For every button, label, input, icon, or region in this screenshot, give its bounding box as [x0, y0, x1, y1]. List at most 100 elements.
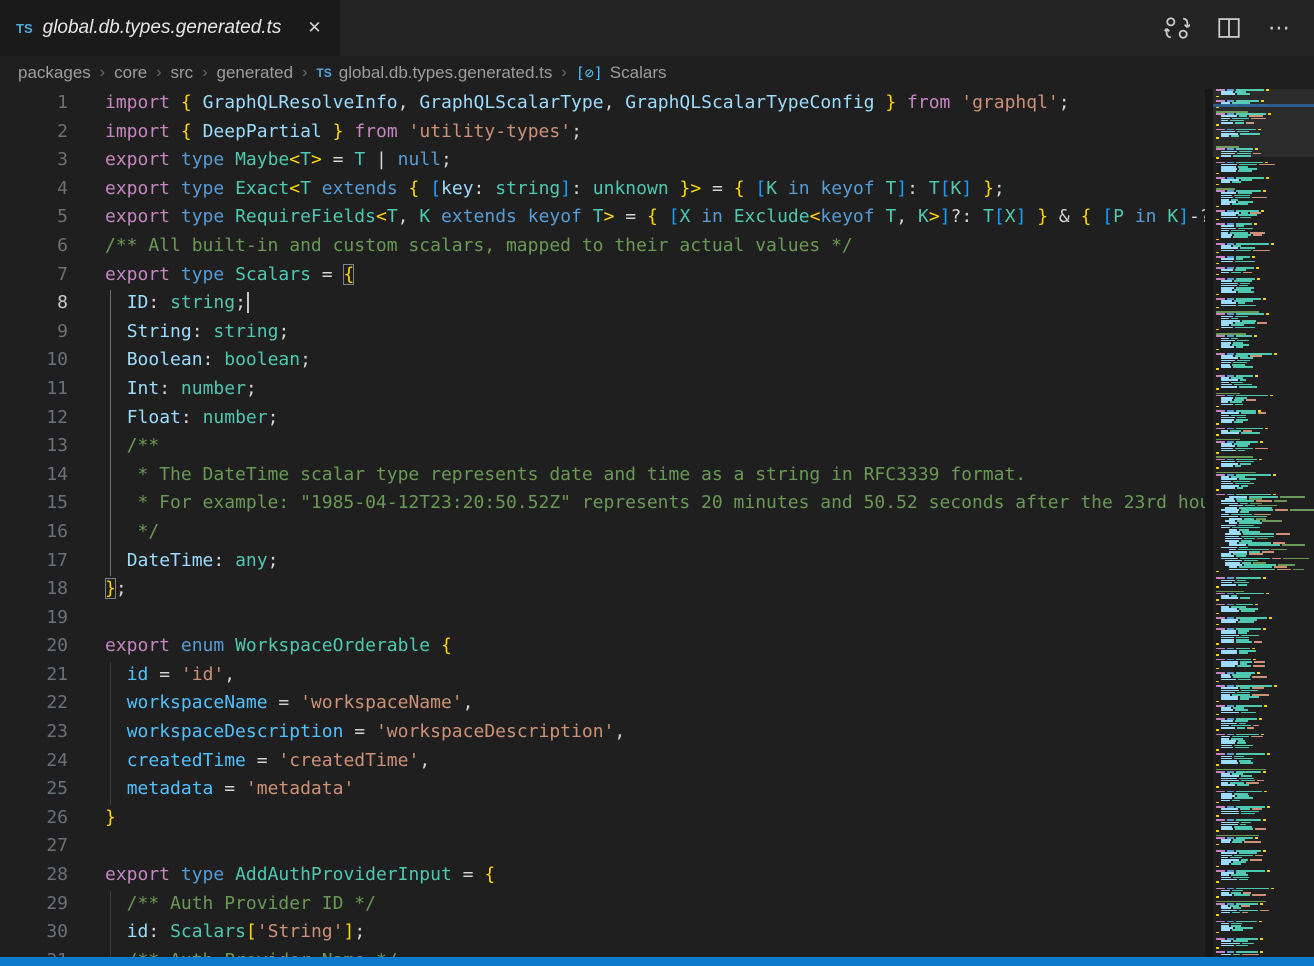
code-line[interactable]: 14 * The DateTime scalar type represents…	[0, 461, 1205, 490]
code-text	[68, 832, 105, 861]
code-line[interactable]: 7export type Scalars = {	[0, 261, 1205, 290]
code-line[interactable]: 28export type AddAuthProviderInput = {	[0, 861, 1205, 890]
code-line[interactable]: 9 String: string;	[0, 318, 1205, 347]
line-number: 11	[0, 375, 68, 404]
line-number: 15	[0, 489, 68, 518]
code-line[interactable]: 18};	[0, 575, 1205, 604]
code-text: Boolean: boolean;	[68, 346, 311, 375]
minimap-line	[1216, 219, 1312, 221]
breadcrumb-label: core	[114, 63, 147, 83]
breadcrumb-item-packages[interactable]: packages	[18, 63, 91, 83]
minimap-line	[1216, 624, 1312, 626]
code-text: export type Scalars = {	[68, 261, 354, 290]
line-number: 14	[0, 461, 68, 490]
code-line[interactable]: 30 id: Scalars['String'];	[0, 918, 1205, 947]
code-line[interactable]: 10 Boolean: boolean;	[0, 346, 1205, 375]
code-line[interactable]: 24 createdTime = 'createdTime',	[0, 747, 1205, 776]
breadcrumb-item-scalars[interactable]: [⊘]Scalars	[576, 63, 667, 83]
code-line[interactable]: 26}	[0, 804, 1205, 833]
minimap-line	[1216, 613, 1312, 615]
line-number: 17	[0, 547, 68, 576]
code-line[interactable]: 23 workspaceDescription = 'workspaceDesc…	[0, 718, 1205, 747]
minimap-current-line	[1213, 104, 1314, 107]
code-line[interactable]: 29 /** Auth Provider ID */	[0, 890, 1205, 919]
code-text: workspaceName = 'workspaceName',	[68, 689, 474, 718]
breadcrumb-item-global-db-types-generated-ts[interactable]: TSglobal.db.types.generated.ts	[316, 63, 552, 83]
code-text: /** All built-in and custom scalars, map…	[68, 232, 853, 261]
minimap-line	[1216, 571, 1312, 573]
line-number: 16	[0, 518, 68, 547]
vscode-window: TS global.db.types.generated.ts ✕ ⋯	[0, 0, 1314, 966]
chevron-right-icon: ›	[561, 64, 566, 82]
code-text: }	[68, 804, 116, 833]
tab-global-db-types[interactable]: TS global.db.types.generated.ts ✕	[0, 0, 340, 56]
code-line[interactable]: 17 DateTime: any;	[0, 547, 1205, 576]
code-line[interactable]: 20export enum WorkspaceOrderable {	[0, 632, 1205, 661]
code-line[interactable]: 19	[0, 604, 1205, 633]
code-line[interactable]: 25 metadata = 'metadata'	[0, 775, 1205, 804]
breadcrumb-item-src[interactable]: src	[171, 63, 194, 83]
minimap-line	[1216, 467, 1312, 469]
code-text: export type Maybe<T> = T | null;	[68, 146, 452, 175]
line-number: 28	[0, 861, 68, 890]
code-text: createdTime = 'createdTime',	[68, 747, 430, 776]
breadcrumb-item-generated[interactable]: generated	[217, 63, 294, 83]
indent-guide	[110, 891, 111, 957]
line-number: 19	[0, 604, 68, 633]
code-line[interactable]: 2import { DeepPartial } from 'utility-ty…	[0, 118, 1205, 147]
minimap-line	[1216, 954, 1312, 956]
minimap-slider[interactable]	[1213, 89, 1314, 157]
code-line[interactable]: 8 ID: string;	[0, 289, 1205, 318]
code-line[interactable]: 5export type RequireFields<T, K extends …	[0, 203, 1205, 232]
code-line[interactable]: 15 * For example: "1985-04-12T23:20:50.5…	[0, 489, 1205, 518]
code-line[interactable]: 31 /** Auth Provider Name */	[0, 947, 1205, 957]
minimap-line	[1216, 866, 1312, 868]
minimap-line	[1216, 434, 1312, 436]
line-number: 12	[0, 404, 68, 433]
line-number: 8	[0, 289, 68, 318]
code-editor[interactable]: 1import { GraphQLResolveInfo, GraphQLSca…	[0, 89, 1205, 957]
code-text: import { GraphQLResolveInfo, GraphQLScal…	[68, 89, 1070, 118]
breadcrumb-item-core[interactable]: core	[114, 63, 147, 83]
symbol-type-icon: [⊘]	[576, 64, 603, 82]
code-line[interactable]: 6/** All built-in and custom scalars, ma…	[0, 232, 1205, 261]
code-line[interactable]: 27	[0, 832, 1205, 861]
code-line[interactable]: 4export type Exact<T extends { [key: str…	[0, 175, 1205, 204]
minimap-line	[1216, 643, 1312, 645]
line-number: 21	[0, 661, 68, 690]
code-line[interactable]: 3export type Maybe<T> = T | null;	[0, 146, 1205, 175]
chevron-right-icon: ›	[302, 64, 307, 82]
tab-bar: TS global.db.types.generated.ts ✕ ⋯	[0, 0, 1314, 56]
code-line[interactable]: 16 */	[0, 518, 1205, 547]
line-number: 23	[0, 718, 68, 747]
minimap[interactable]	[1213, 89, 1314, 957]
minimap-line	[1216, 764, 1312, 766]
minimap-line	[1216, 368, 1312, 370]
code-text: /**	[68, 432, 159, 461]
indent-guide	[110, 290, 111, 576]
code-line[interactable]: 22 workspaceName = 'workspaceName',	[0, 689, 1205, 718]
code-line[interactable]: 21 id = 'id',	[0, 661, 1205, 690]
split-editor-icon[interactable]	[1216, 15, 1242, 41]
code-line[interactable]: 1import { GraphQLResolveInfo, GraphQLSca…	[0, 89, 1205, 118]
tab-title: global.db.types.generated.ts	[43, 17, 282, 39]
indent-guide	[110, 662, 111, 805]
line-number: 30	[0, 918, 68, 947]
status-bar[interactable]	[0, 957, 1314, 966]
line-number: 2	[0, 118, 68, 147]
code-line[interactable]: 13 /**	[0, 432, 1205, 461]
line-number: 13	[0, 432, 68, 461]
minimap-line	[1216, 206, 1312, 208]
open-changes-icon[interactable]	[1164, 15, 1190, 41]
chevron-right-icon: ›	[202, 64, 207, 82]
minimap-line	[1216, 307, 1312, 309]
minimap-line	[1216, 714, 1312, 716]
close-icon[interactable]: ✕	[303, 16, 325, 40]
line-number: 18	[0, 575, 68, 604]
code-text: workspaceDescription = 'workspaceDescrip…	[68, 718, 625, 747]
code-text: };	[68, 575, 127, 604]
chevron-right-icon: ›	[156, 64, 161, 82]
code-line[interactable]: 12 Float: number;	[0, 404, 1205, 433]
code-line[interactable]: 11 Int: number;	[0, 375, 1205, 404]
more-actions-icon[interactable]: ⋯	[1268, 17, 1292, 39]
